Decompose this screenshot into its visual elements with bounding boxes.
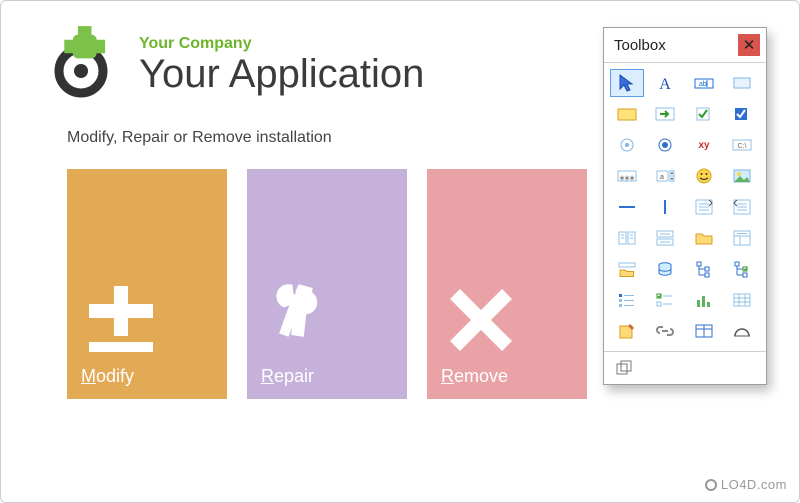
toolbox-titlebar[interactable]: Toolbox ✕: [604, 28, 766, 63]
toolbox-footer: [604, 351, 766, 384]
tool-button-arrow[interactable]: [648, 100, 682, 128]
tool-image[interactable]: [725, 162, 759, 190]
tool-row-layout[interactable]: [648, 224, 682, 252]
modify-icon: [81, 280, 161, 360]
tool-tree-view[interactable]: [687, 255, 721, 283]
tool-tree-check[interactable]: [725, 255, 759, 283]
tool-password-field[interactable]: ⁎⁎⁎: [610, 162, 644, 190]
tool-column-layout[interactable]: [610, 224, 644, 252]
tool-indent-left[interactable]: [725, 193, 759, 221]
tool-node-list[interactable]: [610, 286, 644, 314]
svg-text:a: a: [660, 174, 664, 181]
remove-icon: [441, 280, 521, 360]
app-name: Your Application: [139, 53, 424, 95]
tool-folder-bar[interactable]: [610, 255, 644, 283]
watermark-icon: [705, 479, 717, 491]
tool-textbox[interactable]: ab: [687, 69, 721, 97]
repair-icon: [261, 280, 341, 360]
tool-vrule[interactable]: [648, 193, 682, 221]
tool-grid[interactable]: [725, 286, 759, 314]
tool-db-stack[interactable]: [648, 255, 682, 283]
tool-list-detail[interactable]: [725, 224, 759, 252]
tool-folder-open[interactable]: [687, 224, 721, 252]
repair-label: Repair: [261, 366, 314, 387]
svg-text:⁎⁎⁎: ⁎⁎⁎: [620, 172, 635, 183]
tool-bar-chart[interactable]: [687, 286, 721, 314]
app-logo-icon: [41, 25, 121, 105]
tool-checkbox-checked[interactable]: [725, 100, 759, 128]
repair-tile[interactable]: Repair: [247, 169, 407, 399]
svg-text:C:\: C:\: [737, 143, 746, 150]
tool-updown[interactable]: a: [648, 162, 682, 190]
close-icon: ✕: [743, 38, 756, 53]
modify-label: Modify: [81, 366, 134, 387]
remove-label: Remove: [441, 366, 508, 387]
tool-pointer[interactable]: [610, 69, 644, 97]
watermark: LO4D.com: [705, 477, 787, 492]
tool-link-chain[interactable]: [648, 317, 682, 345]
tool-hrule[interactable]: [610, 193, 644, 221]
tool-panel[interactable]: [725, 69, 759, 97]
tool-checkbox[interactable]: [687, 100, 721, 128]
titles: Your Company Your Application: [139, 35, 424, 95]
tool-check-list[interactable]: [648, 286, 682, 314]
tool-note-pin[interactable]: [610, 317, 644, 345]
tool-radio-selected[interactable]: [648, 131, 682, 159]
svg-text:A: A: [659, 76, 671, 93]
tool-label[interactable]: A: [648, 69, 682, 97]
toolbox-title: Toolbox: [614, 37, 666, 54]
tool-emoji[interactable]: [687, 162, 721, 190]
tool-radio-empty[interactable]: [610, 131, 644, 159]
tool-hyperlink[interactable]: xy: [687, 131, 721, 159]
svg-text:ab: ab: [699, 81, 707, 88]
toolbox-window[interactable]: Toolbox ✕ A ab xy C:\ ⁎⁎⁎ a: [603, 27, 767, 385]
tool-table-frame[interactable]: [687, 317, 721, 345]
close-button[interactable]: ✕: [738, 34, 760, 56]
remove-tile[interactable]: Remove: [427, 169, 587, 399]
tool-path-field[interactable]: C:\: [725, 131, 759, 159]
tool-indent-right[interactable]: [687, 193, 721, 221]
tool-groupbox[interactable]: [610, 100, 644, 128]
tool-copy-stack[interactable]: [610, 356, 638, 380]
toolbox-grid: A ab xy C:\ ⁎⁎⁎ a: [604, 63, 766, 351]
company-name: Your Company: [139, 35, 424, 53]
modify-tile[interactable]: Modify: [67, 169, 227, 399]
tool-arc-shape[interactable]: [725, 317, 759, 345]
watermark-text: LO4D.com: [721, 477, 787, 492]
svg-text:xy: xy: [698, 140, 710, 151]
